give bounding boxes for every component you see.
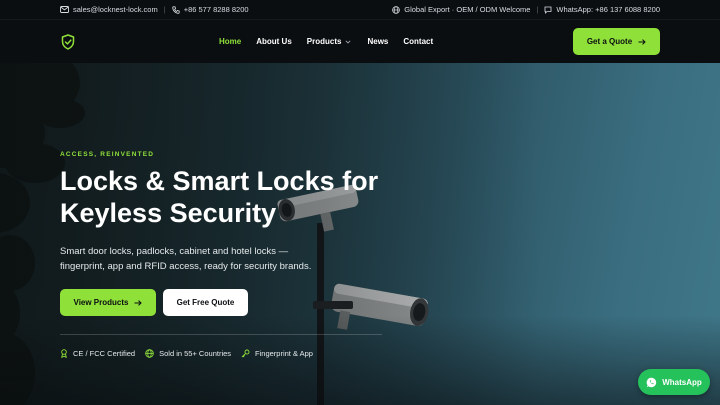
separator: | <box>536 5 539 14</box>
nav-news[interactable]: News <box>367 37 388 46</box>
whatsapp-number[interactable]: WhatsApp: +86 137 6088 8200 <box>556 5 660 14</box>
top-bar: sales@locknest-lock.com | +86 577 8288 8… <box>0 0 720 20</box>
badge-fingerprint: Fingerprint & App <box>241 349 313 358</box>
award-icon <box>60 349 68 358</box>
badge-countries: Sold in 55+ Countries <box>145 349 231 358</box>
get-a-quote-label: Get a Quote <box>586 37 633 46</box>
hero-headline: Locks & Smart Locks for Keyless Security <box>60 165 420 229</box>
hero-eyebrow: ACCESS, REINVENTED <box>60 151 155 158</box>
whatsapp-icon <box>646 377 657 388</box>
hero-subtitle-line-2: fingerprint, app and RFID access, ready … <box>60 261 312 272</box>
email-link[interactable]: sales@locknest-lock.com <box>73 5 158 14</box>
export-text: Global Export · OEM / ODM Welcome <box>404 5 531 14</box>
globe-icon <box>145 349 154 358</box>
nav-contact[interactable]: Contact <box>403 37 433 46</box>
globe-icon <box>392 5 401 14</box>
badge-countries-label: Sold in 55+ Countries <box>159 349 232 358</box>
badge-certified-label: CE / FCC Certified <box>73 349 136 358</box>
nav-home[interactable]: Home <box>219 37 241 46</box>
phone-link[interactable]: +86 577 8288 8200 <box>184 5 249 14</box>
key-icon <box>241 349 250 358</box>
whatsapp-button[interactable]: WhatsApp <box>638 369 710 395</box>
hero-section: ACCESS, REINVENTED Locks & Smart Locks f… <box>0 63 720 405</box>
view-products-label: View Products <box>73 298 129 307</box>
badge-fingerprint-label: Fingerprint & App <box>255 349 313 358</box>
badge-certified: CE / FCC Certified <box>60 349 135 358</box>
hero-bottom-overlay <box>0 315 720 405</box>
hero-divider <box>60 334 382 335</box>
view-products-button[interactable]: View Products <box>60 289 156 316</box>
hero-subtitle: Smart door locks, padlocks, cabinet and … <box>60 244 360 274</box>
separator: | <box>163 5 166 14</box>
main-header: Home About Us Products News Contact Get … <box>0 20 720 63</box>
get-free-quote-button[interactable]: Get Free Quote <box>163 289 248 316</box>
hero-headline-line-1: Locks & Smart Locks for <box>60 166 379 196</box>
arrow-right-icon <box>134 299 143 306</box>
whatsapp-label: WhatsApp <box>662 377 702 387</box>
info-group: Global Export · OEM / ODM Welcome | What… <box>392 5 660 14</box>
nav-products-label: Products <box>306 37 342 46</box>
mail-icon <box>60 6 69 13</box>
contact-group: sales@locknest-lock.com | +86 577 8288 8… <box>60 5 249 14</box>
shield-check-icon[interactable] <box>60 33 76 50</box>
main-nav: Home About Us Products News Contact <box>219 20 433 63</box>
arrow-right-icon <box>638 38 646 45</box>
hero-headline-line-2: Keyless Security <box>60 198 277 228</box>
nav-products[interactable]: Products <box>307 37 352 46</box>
hero-subtitle-line-1: Smart door locks, padlocks, cabinet and … <box>60 246 289 257</box>
get-free-quote-label: Get Free Quote <box>176 298 235 307</box>
trust-badges: CE / FCC Certified Sold in 55+ Countries… <box>60 349 313 358</box>
chevron-down-icon <box>345 39 351 44</box>
get-a-quote-button[interactable]: Get a Quote <box>573 28 660 55</box>
phone-icon <box>171 5 180 14</box>
chat-icon <box>544 6 552 14</box>
nav-about-us[interactable]: About Us <box>256 37 292 46</box>
